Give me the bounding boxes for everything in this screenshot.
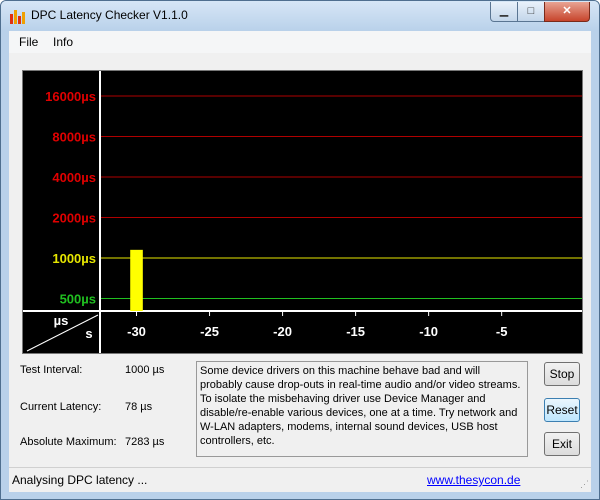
absolute-maximum-label: Absolute Maximum: [20, 436, 117, 448]
app-window: DPC Latency Checker V1.1.0 ▁ □ ✕ File In… [0, 0, 600, 500]
absolute-maximum-value: 7283 µs [125, 436, 165, 448]
client-area: File Info 16000µs 8000µs 4000µs 2000µs 1000µ… [9, 31, 591, 492]
status-bar: Analysing DPC latency ... www.thesycon.d… [9, 467, 591, 492]
exit-button[interactable]: Exit [544, 432, 580, 456]
latency-chart-svg: 16000µs 8000µs 4000µs 2000µs 1000µs 500µs µs s -… [23, 71, 582, 353]
website-link[interactable]: www.thesycon.de [427, 473, 520, 487]
x-unit-label: s [85, 326, 92, 341]
peak-latency-bar [130, 249, 143, 311]
latency-graph: 16000µs 8000µs 4000µs 2000µs 1000µs 500µs µs s -… [22, 70, 583, 354]
window-title: DPC Latency Checker V1.1.0 [31, 8, 188, 22]
y-tick-label: 4000µs [52, 170, 96, 185]
resize-grip-icon[interactable]: ⋰ [580, 479, 589, 490]
x-tick-label: -20 [273, 324, 292, 339]
maximize-icon: □ [527, 5, 535, 17]
x-tick-label: -5 [496, 324, 508, 339]
menu-info[interactable]: Info [53, 35, 73, 49]
y-unit-label: µs [54, 313, 69, 328]
x-tick-label: -30 [127, 324, 146, 339]
close-button[interactable]: ✕ [544, 2, 590, 22]
test-interval-value: 1000 µs [125, 364, 165, 376]
y-tick-label: 8000µs [52, 130, 96, 145]
y-tick-label: 500µs [60, 292, 96, 307]
y-tick-label: 1000µs [52, 251, 96, 266]
x-tick-label: -15 [346, 324, 365, 339]
test-interval-label: Test Interval: [20, 364, 83, 376]
close-icon: ✕ [562, 5, 572, 17]
menu-file[interactable]: File [19, 35, 38, 49]
minimize-button[interactable]: ▁ [490, 2, 518, 22]
menu-bar: File Info [9, 31, 591, 53]
x-tick-label: -25 [200, 324, 219, 339]
message-box: Some device drivers on this machine beha… [196, 361, 528, 457]
title-bar[interactable]: DPC Latency Checker V1.1.0 ▁ □ ✕ [1, 1, 599, 31]
maximize-button[interactable]: □ [517, 2, 545, 22]
reset-button[interactable]: Reset [544, 398, 580, 422]
y-tick-label: 2000µs [52, 211, 96, 226]
current-latency-label: Current Latency: [20, 401, 102, 413]
minimize-icon: ▁ [499, 5, 509, 17]
current-latency-value: 78 µs [125, 401, 153, 413]
stop-button[interactable]: Stop [544, 362, 580, 386]
y-tick-label: 16000µs [45, 89, 96, 104]
x-tick-label: -10 [419, 324, 438, 339]
status-text: Analysing DPC latency ... [12, 473, 148, 487]
app-icon [9, 8, 25, 24]
